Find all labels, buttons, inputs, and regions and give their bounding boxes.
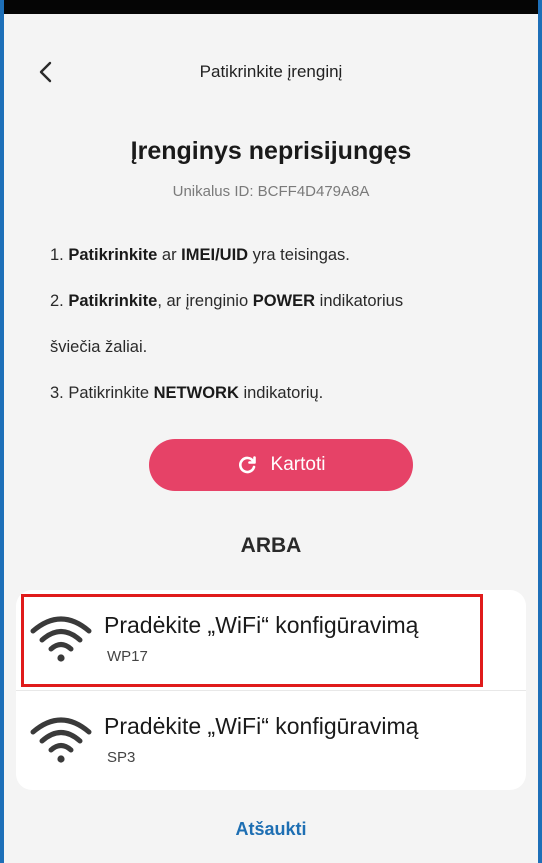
wifi-config-option-wp17[interactable]: Pradėkite „WiFi“ konfigūravimą WP17 [16,590,526,690]
wifi-option-title: Pradėkite „WiFi“ konfigūravimą [104,713,419,739]
page-title: Patikrinkite įrenginį [199,62,343,81]
instruction-step-1: 1. Patikrinkite ar IMEI/UID yra teisinga… [50,246,350,264]
or-divider-label: ARBA [240,534,302,557]
device-status-title: Įrenginys neprisijungęs [130,137,412,165]
wifi-option-model: SP3 [107,749,136,766]
wifi-option-model: WP17 [107,648,148,665]
retry-label: Kartoti [270,454,326,475]
wifi-icon [30,717,92,763]
refresh-icon [237,455,257,475]
wifi-options-sheet: Pradėkite „WiFi“ konfigūravimą WP17 Prad… [16,590,526,790]
status-bar [4,0,538,14]
wifi-icon [30,616,92,662]
instructions-list: 1. Patikrinkite ar IMEI/UID yra teisinga… [50,240,510,424]
instruction-step-2-continued: šviečia žaliai. [50,338,148,356]
instruction-step-3: 3. Patikrinkite NETWORK indikatorių. [50,384,324,402]
app-screen: Patikrinkite įrenginį Įrenginys neprisij… [0,0,542,863]
wifi-option-title: Pradėkite „WiFi“ konfigūravimą [104,612,419,638]
unique-id-label: Unikalus ID: BCFF4D479A8A [172,183,370,200]
cancel-button[interactable]: Atšaukti [4,819,538,840]
header: Patikrinkite įrenginį [4,44,538,100]
wifi-config-option-sp3[interactable]: Pradėkite „WiFi“ konfigūravimą SP3 [16,690,526,791]
instruction-step-2: 2. Patikrinkite, ar įrenginio POWER indi… [50,292,404,310]
retry-button[interactable]: Kartoti [149,439,413,491]
